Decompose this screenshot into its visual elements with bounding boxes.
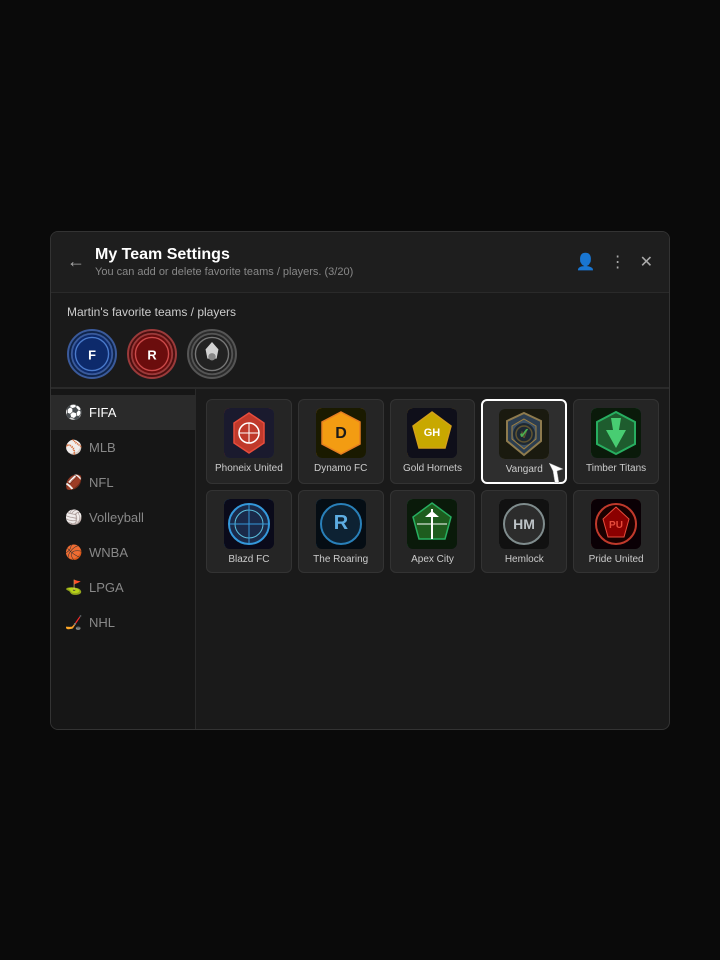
fifa-icon: ⚽ (65, 404, 81, 421)
sidebar-item-label-fifa: FIFA (89, 405, 116, 420)
sidebar-item-nhl[interactable]: 🏒 NHL (51, 605, 195, 640)
team-card-hemlock[interactable]: HM Hemlock (481, 490, 567, 573)
favorites-label: Martin's favorite teams / players (67, 305, 653, 319)
sidebar-item-label-wnba: WNBA (89, 545, 128, 560)
profile-button[interactable]: 👤 (576, 252, 596, 272)
svg-text:F: F (88, 347, 96, 362)
team-name-dynamo: Dynamo FC (314, 463, 367, 475)
sidebar-item-label-nfl: NFL (89, 475, 114, 490)
more-button[interactable]: ⋮ (610, 252, 626, 272)
sidebar-item-label-volleyball: Volleyball (89, 510, 144, 525)
team-card-the-roaring[interactable]: R The Roaring (298, 490, 384, 573)
cursor-arrow-indicator (549, 463, 563, 488)
close-button[interactable]: ✕ (640, 252, 653, 272)
svg-text:HM: HM (513, 516, 535, 532)
favorite-team-3[interactable] (187, 329, 237, 379)
team-name-roaring: The Roaring (313, 554, 368, 566)
svg-text:GH: GH (424, 427, 441, 439)
team-card-blazd-fc[interactable]: Blazd FC (206, 490, 292, 573)
favorite-team-1[interactable]: F (67, 329, 117, 379)
team-name-phoneix: Phoneix United (215, 463, 283, 475)
mlb-icon: ⚾ (65, 439, 81, 456)
header-title-group: My Team Settings You can add or delete f… (95, 246, 576, 278)
volleyball-icon: 🏐 (65, 509, 81, 526)
team-logo-phoneix (224, 408, 274, 458)
sidebar-item-label-lpga: LPGA (89, 580, 124, 595)
sidebar-item-mlb[interactable]: ⚾ MLB (51, 430, 195, 465)
sidebar-item-wnba[interactable]: 🏀 WNBA (51, 535, 195, 570)
team-card-apex-city[interactable]: Apex City (390, 490, 476, 573)
team-card-timber-titans[interactable]: Timber Titans (573, 399, 659, 484)
team-card-phoneix-united[interactable]: Phoneix United (206, 399, 292, 484)
teams-grid: Phoneix United D Dynamo FC (206, 399, 659, 573)
header-actions: 👤 ⋮ ✕ (576, 252, 653, 272)
lpga-icon: ⛳ (65, 579, 81, 596)
svg-text:R: R (333, 512, 348, 534)
modal-container: ← My Team Settings You can add or delete… (50, 231, 670, 730)
team-logo-dynamo: D (316, 408, 366, 458)
selected-check-icon: ✓ (513, 423, 535, 445)
sidebar-item-volleyball[interactable]: 🏐 Volleyball (51, 500, 195, 535)
team-card-gold-hornets[interactable]: GH Gold Hornets (390, 399, 476, 484)
content-area: ⚽ FIFA ⚾ MLB 🏈 NFL 🏐 Volleyball 🏀 WNBA ⛳ (51, 389, 669, 729)
team-card-dynamo-fc[interactable]: D Dynamo FC (298, 399, 384, 484)
team-name-gold: Gold Hornets (403, 463, 462, 475)
back-button[interactable]: ← (67, 251, 85, 272)
team-name-vangard: Vangard (506, 464, 543, 476)
team-card-pride-united[interactable]: PU Pride United (573, 490, 659, 573)
svg-text:D: D (335, 425, 347, 442)
team-logo-roaring: R (316, 499, 366, 549)
team-name-timber: Timber Titans (586, 463, 646, 475)
wnba-icon: 🏀 (65, 544, 81, 561)
modal-title: My Team Settings (95, 246, 576, 264)
favorite-team-2[interactable]: R (127, 329, 177, 379)
team-logo-pride: PU (591, 499, 641, 549)
sidebar-item-fifa[interactable]: ⚽ FIFA (51, 395, 195, 430)
modal-header: ← My Team Settings You can add or delete… (51, 232, 669, 293)
team-name-apex: Apex City (411, 554, 454, 566)
modal-subtitle: You can add or delete favorite teams / p… (95, 266, 576, 278)
team-logo-gold: GH (407, 408, 457, 458)
svg-text:PU: PU (609, 520, 623, 531)
team-logo-timber (591, 408, 641, 458)
favorites-section: Martin's favorite teams / players F R (51, 293, 669, 389)
nhl-icon: 🏒 (65, 614, 81, 631)
sidebar-item-nfl[interactable]: 🏈 NFL (51, 465, 195, 500)
teams-grid-area: Phoneix United D Dynamo FC (196, 389, 669, 729)
team-logo-hemlock: HM (499, 499, 549, 549)
favorites-avatars: F R (67, 329, 653, 379)
team-name-pride: Pride United (589, 554, 644, 566)
team-logo-apex (407, 499, 457, 549)
team-name-hemlock: Hemlock (505, 554, 544, 566)
sidebar-item-label-nhl: NHL (89, 615, 115, 630)
team-name-blazd: Blazd FC (228, 554, 269, 566)
team-card-vangard[interactable]: V ✓ Vangard (481, 399, 567, 484)
svg-text:R: R (147, 347, 157, 362)
team-logo-vangard: V ✓ (499, 409, 549, 459)
sidebar: ⚽ FIFA ⚾ MLB 🏈 NFL 🏐 Volleyball 🏀 WNBA ⛳ (51, 389, 196, 729)
nfl-icon: 🏈 (65, 474, 81, 491)
sidebar-item-lpga[interactable]: ⛳ LPGA (51, 570, 195, 605)
team-logo-blazd (224, 499, 274, 549)
sidebar-item-label-mlb: MLB (89, 440, 116, 455)
